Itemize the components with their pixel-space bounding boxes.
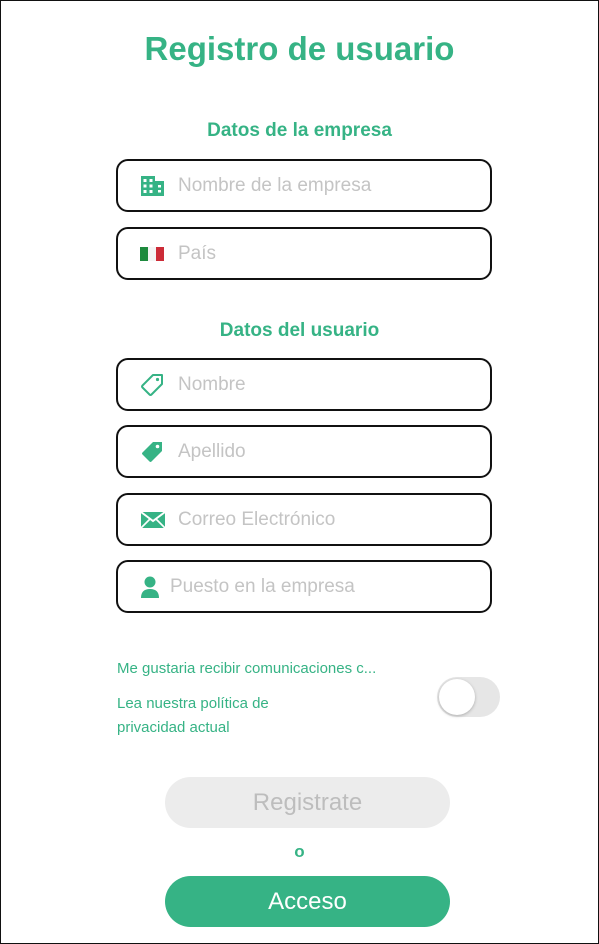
email-field[interactable] — [116, 493, 492, 546]
tag-outline-icon — [140, 373, 166, 397]
country-field[interactable] — [116, 227, 492, 280]
tag-filled-icon — [140, 440, 166, 464]
company-name-field[interactable] — [116, 159, 492, 212]
communications-toggle[interactable] — [437, 677, 500, 717]
login-button[interactable]: Acceso — [165, 876, 450, 927]
privacy-policy-link[interactable]: Lea nuestra política de — [117, 695, 269, 712]
person-icon — [140, 575, 160, 599]
privacy-policy-link-continued[interactable]: privacidad actual — [117, 719, 230, 736]
company-name-input[interactable] — [178, 174, 468, 197]
company-section-heading: Datos de la empresa — [207, 120, 392, 141]
register-button[interactable]: Registrate — [165, 777, 450, 828]
building-icon — [140, 174, 166, 198]
first-name-field[interactable] — [116, 358, 492, 411]
last-name-input[interactable] — [178, 440, 468, 463]
toggle-knob — [439, 679, 475, 715]
last-name-field[interactable] — [116, 425, 492, 478]
page-title: Registro de usuario — [144, 30, 455, 67]
position-field[interactable] — [116, 560, 492, 613]
italy-flag-icon — [140, 242, 166, 266]
first-name-input[interactable] — [178, 373, 468, 396]
user-section-heading: Datos del usuario — [219, 320, 380, 341]
envelope-icon — [140, 508, 166, 532]
position-input[interactable] — [170, 575, 460, 598]
communications-consent-text[interactable]: Me gustaria recibir comunicaciones c... — [117, 660, 376, 677]
or-separator: o — [294, 842, 305, 861]
email-input[interactable] — [178, 508, 468, 531]
country-input[interactable] — [178, 242, 468, 265]
